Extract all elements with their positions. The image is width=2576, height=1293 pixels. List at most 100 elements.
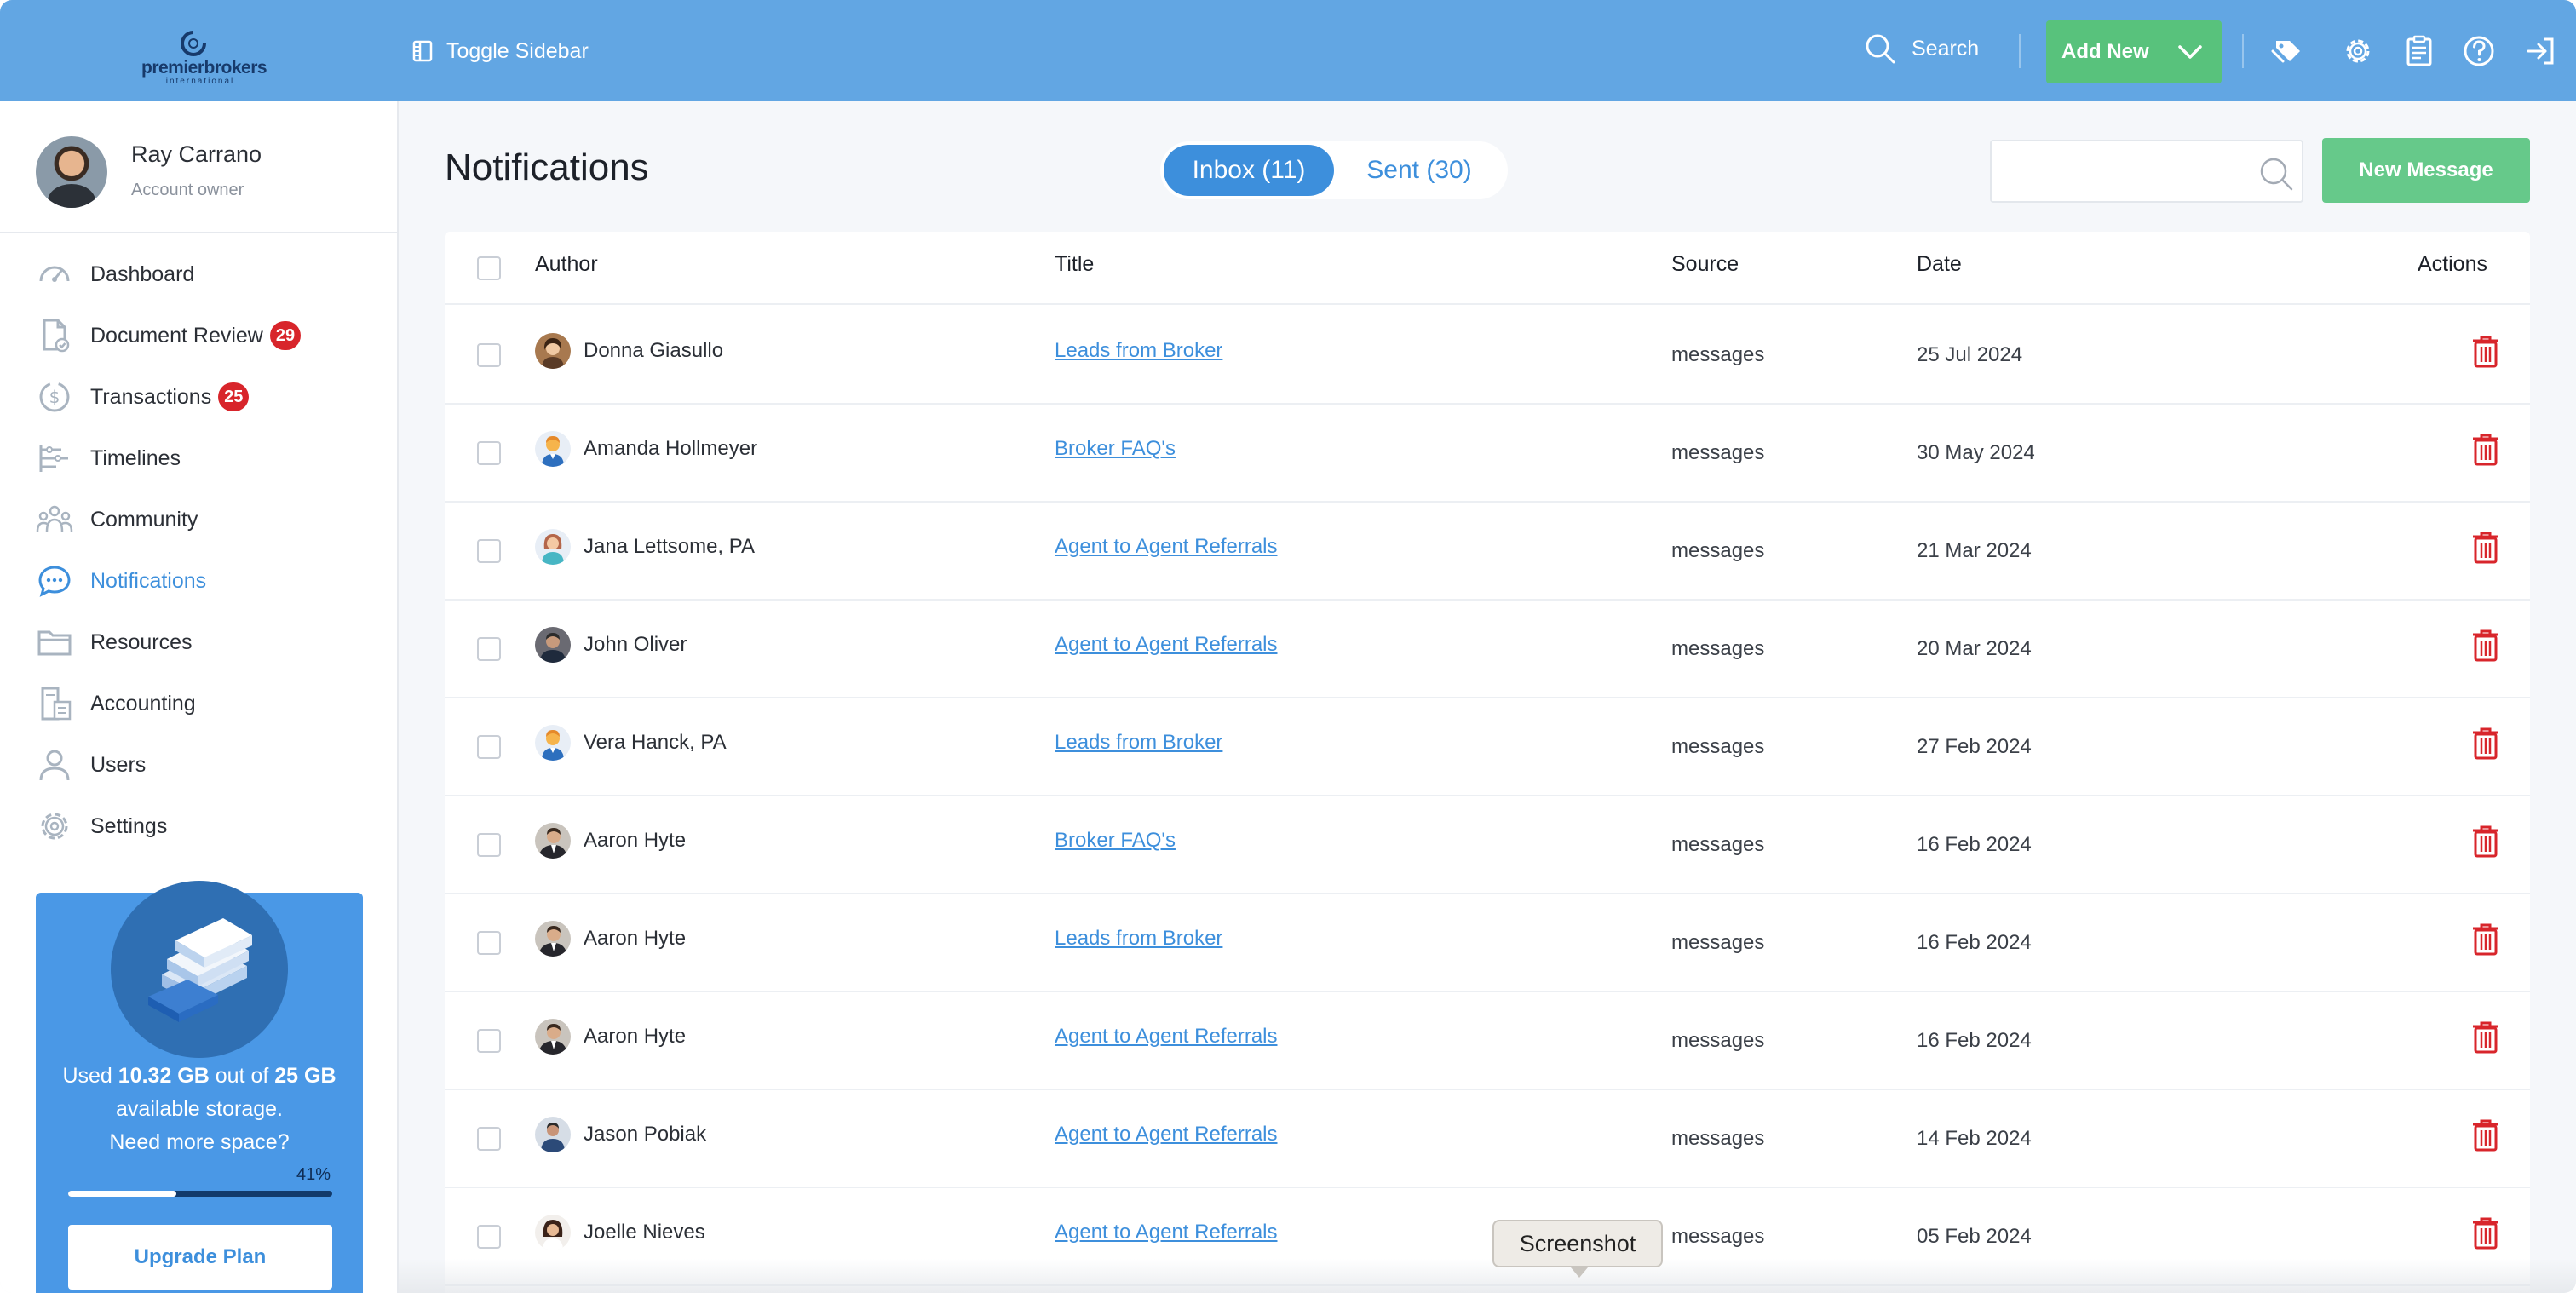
sidebar-item-notifications[interactable]: Notifications — [0, 550, 397, 612]
row-title-link[interactable]: Agent to Agent Referrals — [1055, 535, 1278, 559]
row-title-link[interactable]: Agent to Agent Referrals — [1055, 1221, 1278, 1244]
row-author: John Oliver — [584, 633, 687, 656]
row-checkbox[interactable] — [477, 441, 501, 465]
trash-icon[interactable] — [2472, 532, 2499, 564]
column-header-author: Author — [535, 252, 598, 276]
clipboard-icon[interactable] — [2402, 34, 2436, 68]
help-icon[interactable] — [2462, 34, 2496, 68]
column-header-title: Title — [1055, 252, 1095, 276]
dashboard-icon — [36, 256, 73, 293]
sidebar-item-label: Transactions — [90, 384, 212, 409]
sidebar-item-dashboard[interactable]: Dashboard — [0, 244, 397, 305]
trash-icon[interactable] — [2472, 336, 2499, 368]
brand-logo[interactable]: premierbrokers international — [141, 26, 267, 86]
row-checkbox[interactable] — [477, 637, 501, 661]
avatar — [535, 1117, 571, 1152]
trash-icon[interactable] — [2472, 629, 2499, 662]
add-new-button[interactable]: Add New — [2046, 20, 2222, 83]
trash-icon[interactable] — [2472, 825, 2499, 858]
row-author: Aaron Hyte — [584, 1025, 687, 1048]
row-title-link[interactable]: Leads from Broker — [1055, 731, 1222, 755]
row-date: 16 Feb 2024 — [1917, 931, 2032, 954]
profile-card[interactable]: Ray Carrano Account owner — [0, 101, 397, 233]
storage-card: Used 10.32 GB out of 25 GB available sto… — [36, 881, 363, 1293]
screenshot-tooltip: Screenshot — [1492, 1220, 1663, 1278]
row-author: Donna Giasullo — [584, 339, 724, 362]
storage-progress-fill — [68, 1191, 177, 1197]
row-source: messages — [1671, 833, 1765, 856]
row-checkbox[interactable] — [477, 735, 501, 759]
timeline-icon — [36, 440, 73, 477]
storage-progress-bar — [68, 1191, 332, 1197]
add-new-label: Add New — [2061, 40, 2149, 63]
row-checkbox[interactable] — [477, 539, 501, 563]
row-author: Aaron Hyte — [584, 829, 687, 852]
logout-icon[interactable] — [2523, 34, 2557, 68]
row-checkbox[interactable] — [477, 1225, 501, 1249]
row-source: messages — [1671, 735, 1765, 758]
row-checkbox[interactable] — [477, 343, 501, 367]
row-checkbox[interactable] — [477, 833, 501, 857]
row-title-link[interactable]: Broker FAQ's — [1055, 437, 1176, 461]
sidebar-item-label: Accounting — [90, 691, 196, 715]
row-checkbox[interactable] — [477, 931, 501, 955]
trash-icon[interactable] — [2472, 434, 2499, 466]
table-row: Amanda Hollmeyer Broker FAQ's messages 30 M… — [445, 405, 2530, 503]
table-row: Jason Pobiak Agent to Agent Referrals mess… — [445, 1090, 2530, 1188]
tab-sent[interactable]: Sent (30) — [1334, 145, 1504, 196]
logo-ring-icon — [181, 31, 206, 56]
storage-used: 10.32 GB — [118, 1064, 210, 1088]
global-search-button[interactable]: Search — [1864, 32, 1979, 65]
sidebar-item-users[interactable]: Users — [0, 734, 397, 796]
select-all-checkbox[interactable] — [477, 256, 501, 280]
table-row: Aaron Hyte Broker FAQ's messages 16 Feb 202… — [445, 796, 2530, 894]
sidebar-item-community[interactable]: Community — [0, 489, 397, 550]
row-source: messages — [1671, 1127, 1765, 1150]
storage-usage-text: Used 10.32 GB out of 25 GB available sto… — [62, 1064, 336, 1154]
sidebar-item-timelines[interactable]: Timelines — [0, 428, 397, 489]
sidebar-item-settings[interactable]: Settings — [0, 796, 397, 857]
sidebar-item-label: Dashboard — [90, 261, 195, 286]
tab-inbox[interactable]: Inbox (11) — [1164, 145, 1334, 196]
row-title-link[interactable]: Agent to Agent Referrals — [1055, 1123, 1278, 1146]
toolbar-divider — [2019, 34, 2021, 68]
search-icon[interactable] — [2257, 155, 2295, 193]
sidebar-item-resources[interactable]: Resources — [0, 612, 397, 673]
profile-role: Account owner — [131, 181, 244, 199]
gear-icon[interactable] — [2341, 34, 2375, 68]
toggle-sidebar-button[interactable]: Toggle Sidebar — [412, 34, 589, 68]
sidebar-item-document-review[interactable]: Document Review 29 — [0, 305, 397, 366]
count-badge: 29 — [269, 321, 302, 350]
row-source: messages — [1671, 343, 1765, 366]
row-date: 25 Jul 2024 — [1917, 343, 2023, 366]
trash-icon[interactable] — [2472, 923, 2499, 956]
message-search — [1990, 140, 2303, 203]
gear-icon — [36, 807, 73, 845]
row-date: 05 Feb 2024 — [1917, 1225, 2032, 1248]
new-message-button[interactable]: New Message — [2322, 138, 2530, 203]
table-row: Aaron Hyte Leads from Broker messages 16 Fe… — [445, 894, 2530, 992]
avatar — [535, 1019, 571, 1055]
row-checkbox[interactable] — [477, 1127, 501, 1151]
row-checkbox[interactable] — [477, 1029, 501, 1053]
row-title-link[interactable]: Broker FAQ's — [1055, 829, 1176, 853]
trash-icon[interactable] — [2472, 1119, 2499, 1152]
row-source: messages — [1671, 1029, 1765, 1052]
upgrade-plan-button[interactable]: Upgrade Plan — [68, 1225, 332, 1290]
toolbar-divider — [2242, 34, 2244, 68]
trash-icon[interactable] — [2472, 1217, 2499, 1250]
trash-icon[interactable] — [2472, 727, 2499, 760]
row-title-link[interactable]: Leads from Broker — [1055, 927, 1222, 951]
page-title: Notifications — [445, 147, 649, 188]
message-search-input[interactable] — [2005, 153, 2252, 191]
row-title-link[interactable]: Agent to Agent Referrals — [1055, 633, 1278, 657]
toggle-sidebar-label: Toggle Sidebar — [446, 38, 589, 63]
sidebar-item-transactions[interactable]: $ Transactions 25 — [0, 366, 397, 428]
trash-icon[interactable] — [2472, 1021, 2499, 1054]
row-title-link[interactable]: Leads from Broker — [1055, 339, 1222, 363]
avatar — [535, 1215, 571, 1250]
sidebar-item-accounting[interactable]: Accounting — [0, 673, 397, 734]
document-check-icon — [36, 317, 73, 354]
row-title-link[interactable]: Agent to Agent Referrals — [1055, 1025, 1278, 1049]
tag-icon[interactable] — [2269, 34, 2303, 68]
